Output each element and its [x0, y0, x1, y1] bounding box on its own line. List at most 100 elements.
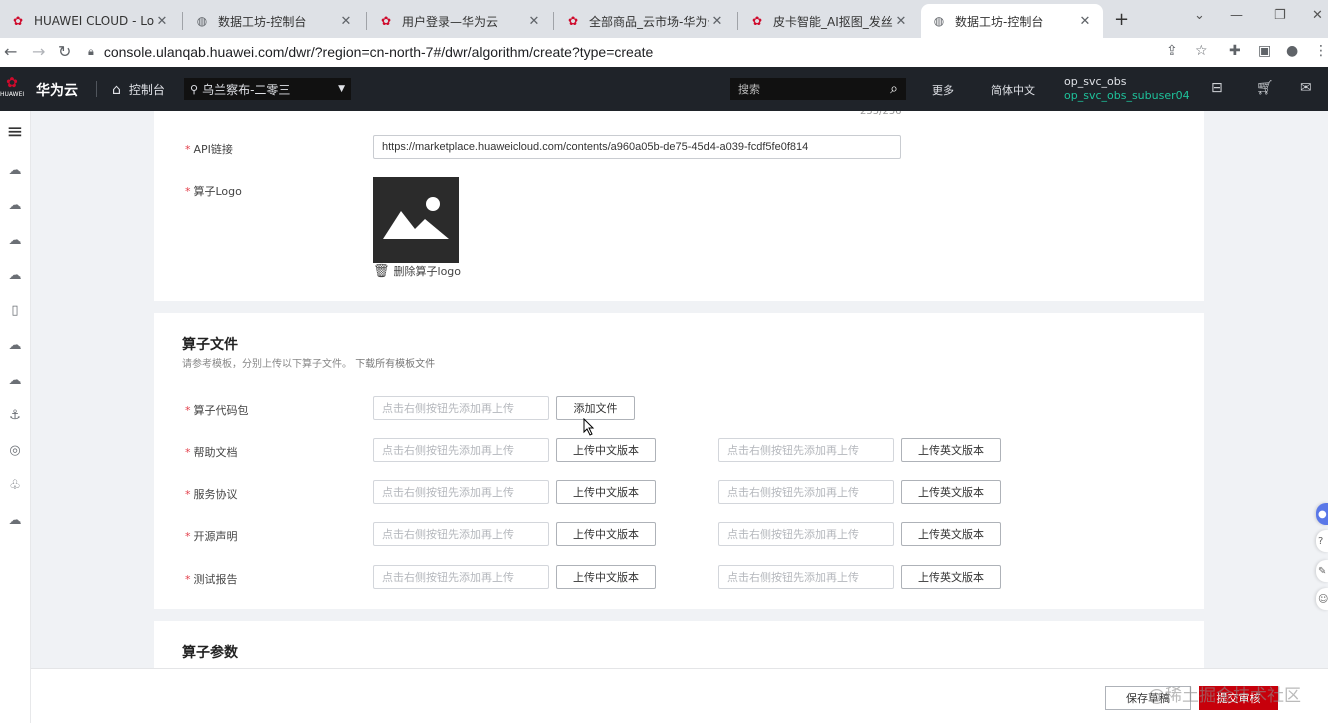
test-report-en-input[interactable]: 点击右侧按钮先添加再上传 — [718, 565, 894, 589]
code-package-input[interactable]: 点击右侧按钮先添加再上传 — [373, 396, 549, 420]
header-search-input[interactable]: 搜索 ⌕ — [730, 78, 906, 100]
help-doc-cn-input[interactable]: 点击右侧按钮先添加再上传 — [373, 438, 549, 462]
search-placeholder: 搜索 — [738, 83, 760, 96]
required-mark: * — [185, 488, 191, 501]
upload-cn-button[interactable]: 上传中文版本 — [556, 522, 656, 546]
cloud-service-icon[interactable]: ☁ — [3, 233, 27, 248]
test-report-cn-input[interactable]: 点击右侧按钮先添加再上传 — [373, 565, 549, 589]
window-close-icon[interactable]: ✕ — [1312, 8, 1323, 23]
bookmark-star-icon[interactable]: ☆ — [1195, 43, 1208, 59]
cloud-service-icon[interactable]: ☁ — [3, 163, 27, 178]
browser-tab[interactable]: ◍ 数据工坊-控制台 ✕ — [184, 4, 364, 38]
profile-icon[interactable]: ● — [1286, 43, 1298, 59]
service-float-icon[interactable]: ☺ — [1316, 588, 1328, 610]
tab-title: 数据工坊-控制台 — [955, 14, 1044, 29]
tab-separator — [182, 12, 183, 30]
cloud-service-icon[interactable]: ☁ — [3, 338, 27, 353]
huawei-icon: ✿ — [12, 14, 24, 28]
tab-separator — [553, 12, 554, 30]
agreement-en-input[interactable]: 点击右侧按钮先添加再上传 — [718, 480, 894, 504]
search-icon[interactable]: ⌕ — [890, 81, 898, 97]
browser-tab[interactable]: ✿ HUAWEI CLOUD - Login ✕ — [0, 4, 180, 38]
file-row-label: * 服务协议 — [185, 488, 238, 501]
upload-en-button[interactable]: 上传英文版本 — [901, 565, 1001, 589]
console-icon[interactable]: ⊟ — [1211, 80, 1223, 96]
cloud-service-icon[interactable]: ☁ — [3, 268, 27, 283]
assistant-float-icon[interactable]: ● — [1316, 503, 1328, 525]
help-doc-en-input[interactable]: 点击右侧按钮先添加再上传 — [718, 438, 894, 462]
api-link-label: * API链接 — [185, 143, 233, 156]
back-icon[interactable]: ← — [4, 42, 17, 61]
tab-separator — [737, 12, 738, 30]
brand-name[interactable]: 华为云 — [36, 80, 78, 100]
upload-en-button[interactable]: 上传英文版本 — [901, 522, 1001, 546]
huawei-logo[interactable]: ✿ HUAWEI — [0, 75, 24, 98]
hamburger-menu-icon[interactable]: ≡ — [3, 119, 27, 143]
url-field[interactable]: 🔒︎ console.ulanqab.huawei.com/dwr/?regio… — [88, 40, 1154, 64]
mail-icon[interactable]: ✉ — [1300, 80, 1312, 96]
opensource-en-input[interactable]: 点击右侧按钮先添加再上传 — [718, 522, 894, 546]
browser-tab-strip: ✿ HUAWEI CLOUD - Login ✕ ◍ 数据工坊-控制台 ✕ ✿ … — [0, 0, 1328, 38]
close-icon[interactable]: ✕ — [893, 14, 909, 29]
region-selector[interactable]: ⚲ 乌兰察布-二零三 ▼ — [184, 78, 351, 100]
browser-menu-icon[interactable]: ⋮ — [1314, 43, 1328, 59]
close-icon[interactable]: ✕ — [1077, 14, 1093, 29]
huawei-icon: ✿ — [567, 14, 579, 28]
browser-tab-active[interactable]: ◍ 数据工坊-控制台 ✕ — [921, 4, 1103, 38]
huawei-icon: ✿ — [380, 14, 392, 28]
minimize-icon[interactable]: — — [1230, 8, 1243, 23]
agreement-cn-input[interactable]: 点击右侧按钮先添加再上传 — [373, 480, 549, 504]
file-row-label: * 开源声明 — [185, 530, 238, 543]
forward-icon[interactable]: → — [32, 42, 45, 61]
side-panel-icon[interactable]: ▣ — [1258, 43, 1271, 59]
add-file-button[interactable]: 添加文件 — [556, 396, 635, 420]
ip-icon[interactable]: ◎ — [3, 443, 27, 458]
upload-cn-button[interactable]: 上传中文版本 — [556, 480, 656, 504]
upload-en-button[interactable]: 上传英文版本 — [901, 480, 1001, 504]
console-home-link[interactable]: ⌂ 控制台 — [112, 81, 165, 98]
anchor-icon[interactable]: ⚓︎ — [3, 408, 27, 423]
maximize-icon[interactable]: ❐ — [1274, 8, 1286, 23]
operator-logo-image — [373, 177, 459, 263]
reload-icon[interactable]: ↻ — [58, 42, 71, 61]
tab-separator — [366, 12, 367, 30]
browser-tab[interactable]: ✿ 用户登录—华为云 ✕ — [368, 4, 552, 38]
more-menu[interactable]: 更多 — [932, 82, 954, 98]
browser-tab[interactable]: ✿ 皮卡智能_AI抠图_发丝级抠 ✕ — [739, 4, 919, 38]
upload-cn-button[interactable]: 上传中文版本 — [556, 565, 656, 589]
upload-en-button[interactable]: 上传英文版本 — [901, 438, 1001, 462]
close-icon[interactable]: ✕ — [154, 14, 170, 29]
extensions-icon[interactable]: ✚ — [1229, 43, 1241, 59]
home-icon: ⌂ — [112, 81, 121, 98]
help-float-icon[interactable]: ? — [1316, 530, 1328, 552]
cloud-service-icon[interactable]: ☁ — [3, 198, 27, 213]
user-account[interactable]: op_svc_obs op_svc_obs_subuser04 — [1064, 75, 1190, 103]
language-selector[interactable]: 简体中文 — [991, 82, 1035, 98]
api-link-input[interactable]: https://marketplace.huaweicloud.com/cont… — [373, 135, 901, 159]
tab-title: HUAWEI CLOUD - Login — [34, 14, 154, 28]
delete-logo-label: 删除算子logo — [393, 265, 462, 278]
new-tab-icon[interactable]: + — [1114, 9, 1129, 30]
tab-search-icon[interactable]: ⌄ — [1194, 8, 1205, 23]
close-icon[interactable]: ✕ — [526, 14, 542, 29]
console-label: 控制台 — [128, 83, 165, 97]
download-templates-link[interactable]: 下载所有模板文件 — [355, 359, 435, 370]
user-name: op_svc_obs — [1064, 75, 1127, 88]
trash-icon: 🗑︎ — [373, 263, 390, 279]
cloud-service-icon[interactable]: ☁ — [3, 373, 27, 388]
close-icon[interactable]: ✕ — [709, 14, 725, 29]
cloud-service-icon[interactable]: ☁ — [3, 513, 27, 528]
share-icon[interactable]: ⇪ — [1166, 43, 1178, 59]
browser-tab[interactable]: ✿ 全部商品_云市场-华为云 ✕ — [555, 4, 735, 38]
header-divider — [96, 81, 97, 97]
console-header: ✿ HUAWEI 华为云 ⌂ 控制台 ⚲ 乌兰察布-二零三 ▼ 搜索 ⌕ 更多 … — [0, 67, 1328, 111]
close-icon[interactable]: ✕ — [338, 14, 354, 29]
cart-icon[interactable]: 🛒︎ — [1256, 80, 1274, 96]
tab-title: 全部商品_云市场-华为云 — [589, 14, 709, 29]
upload-cn-button[interactable]: 上传中文版本 — [556, 438, 656, 462]
device-icon[interactable]: ▯ — [3, 303, 27, 318]
opensource-cn-input[interactable]: 点击右侧按钮先添加再上传 — [373, 522, 549, 546]
cluster-icon[interactable]: ♧ — [3, 478, 27, 493]
feedback-float-icon[interactable]: ✎ — [1316, 560, 1328, 582]
delete-logo-button[interactable]: 🗑︎ 删除算子logo — [373, 263, 461, 279]
